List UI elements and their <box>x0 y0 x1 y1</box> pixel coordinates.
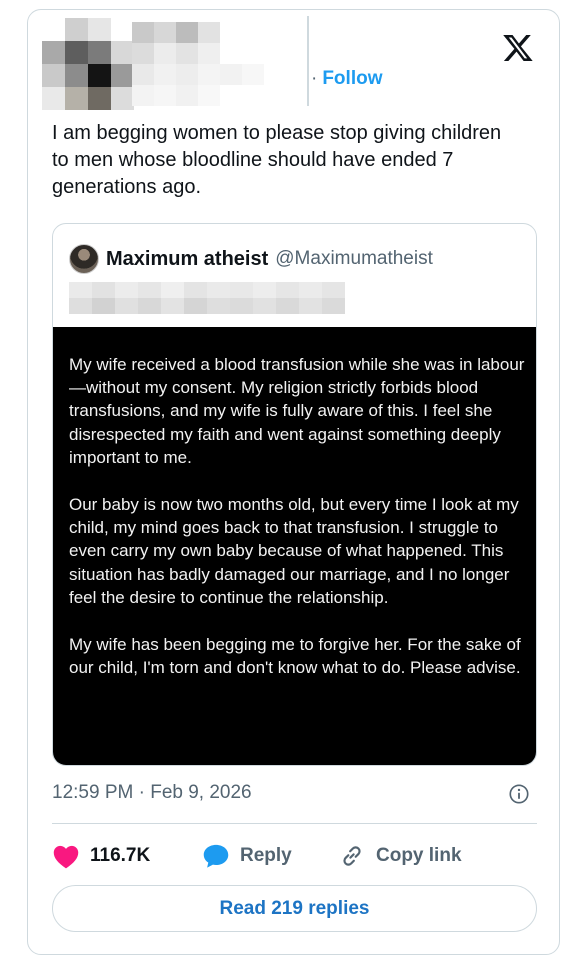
quoted-author-name: Maximum atheist <box>106 247 269 270</box>
image-paragraph: My wife has been begging me to forgive h… <box>69 635 521 678</box>
reply-button[interactable]: Reply <box>202 843 338 869</box>
quoted-tweet-header: Maximum atheist @Maximumatheist <box>69 244 433 274</box>
speech-bubble-icon <box>203 844 229 868</box>
copy-link-button[interactable]: Copy link <box>338 843 462 869</box>
quoted-tweet[interactable]: Maximum atheist @Maximumatheist My wife … <box>52 223 537 766</box>
image-paragraph: My wife received a blood transfusion whi… <box>69 355 525 467</box>
footer-divider <box>52 823 537 824</box>
heart-icon <box>53 845 79 869</box>
author-avatar-redacted <box>42 18 134 110</box>
quoted-author-handle: @Maximumatheist <box>275 248 433 269</box>
reply-label: Reply <box>240 845 292 866</box>
tweet-text: I am begging women to please stop giving… <box>52 122 502 198</box>
quoted-text-redacted <box>69 282 345 314</box>
follow-label: Follow <box>322 68 383 89</box>
author-name-redacted <box>132 22 308 106</box>
like-button[interactable]: 116.7K <box>52 843 202 869</box>
x-logo-icon[interactable] <box>502 32 534 64</box>
copy-link-label: Copy link <box>376 845 462 866</box>
link-icon <box>343 846 361 866</box>
info-icon[interactable] <box>508 783 530 805</box>
image-paragraph: Our baby is now two months old, but ever… <box>69 495 519 607</box>
read-replies-button[interactable]: Read 219 replies <box>52 885 537 932</box>
like-count: 116.7K <box>90 845 151 866</box>
quoted-image[interactable]: My wife received a blood transfusion whi… <box>53 327 536 765</box>
tweet-embed-card: · Follow I am begging women to please st… <box>27 9 560 955</box>
action-bar: 116.7K Reply Copy link <box>52 838 462 874</box>
header-divider <box>307 16 309 106</box>
follow-button[interactable]: · Follow <box>311 68 382 90</box>
quoted-author-avatar <box>69 244 99 274</box>
separator-dot: · <box>311 68 318 89</box>
tweet-timestamp[interactable]: 12:59 PM · Feb 9, 2026 <box>52 782 252 804</box>
